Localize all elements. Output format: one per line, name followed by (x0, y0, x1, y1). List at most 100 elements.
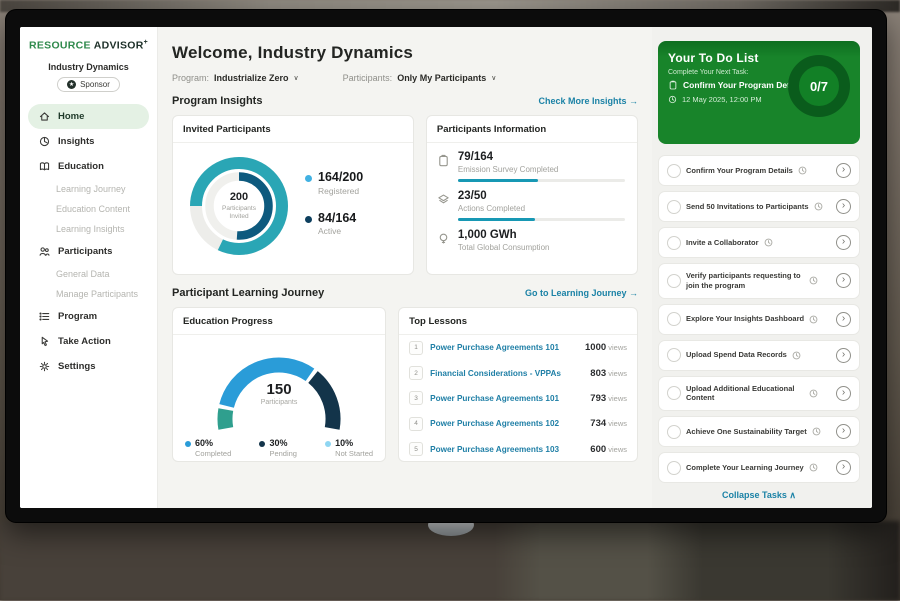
chevron-right-icon[interactable]: › (836, 312, 851, 327)
task-checkbox[interactable] (667, 461, 681, 475)
sidebar-item-education[interactable]: Education (28, 154, 149, 179)
task-row[interactable]: Complete Your Learning Journey › (658, 452, 860, 483)
chevron-right-icon[interactable]: › (836, 163, 851, 178)
task-checkbox[interactable] (667, 274, 681, 288)
chevron-right-icon[interactable]: › (836, 424, 851, 439)
not-started-legend: 10% Not Started (325, 439, 373, 458)
arrow-right-icon: → (629, 288, 638, 298)
lesson-link[interactable]: Financial Considerations - VPPAs (430, 369, 583, 378)
pending-dot (259, 441, 265, 447)
chevron-right-icon[interactable]: › (836, 386, 851, 401)
chevron-right-icon[interactable]: › (836, 199, 851, 214)
not-started-dot (325, 441, 331, 447)
task-row[interactable]: Upload Additional Educational Content › (658, 376, 860, 412)
task-row[interactable]: Confirm Your Program Details › (658, 155, 860, 186)
registered-legend: 164/200 Registered (305, 171, 363, 196)
gauge-value: 150 (199, 381, 359, 398)
task-checkbox[interactable] (667, 164, 681, 178)
sidebar-item-learning-journey[interactable]: Learning Journey (20, 179, 157, 199)
actions-completed-metric: 23/50 Actions Completed (427, 182, 637, 221)
sidebar-item-settings[interactable]: Settings (28, 354, 149, 379)
home-icon (38, 110, 51, 123)
clipboard-icon (668, 80, 678, 90)
sidebar-item-home[interactable]: Home (28, 104, 149, 129)
gauge-label: Participants (199, 399, 359, 406)
sidebar-item-learning-insights[interactable]: Learning Insights (20, 219, 157, 239)
task-row[interactable]: Achieve One Sustainability Target › (658, 416, 860, 447)
chevron-up-icon: ∧ (789, 490, 796, 500)
page-title: Welcome, Industry Dynamics (172, 43, 638, 63)
clock-icon (792, 351, 801, 360)
clock-icon (812, 427, 821, 436)
collapse-tasks-link[interactable]: Collapse Tasks ∧ (658, 490, 860, 501)
lesson-rank: 5 (409, 442, 423, 456)
lesson-row[interactable]: 3 Power Purchase Agreements 101 793 view… (399, 386, 637, 411)
sidebar-item-take-action[interactable]: Take Action (28, 329, 149, 354)
action-cursor-icon (38, 335, 51, 348)
invited-total: 200 (230, 191, 248, 203)
chevron-right-icon[interactable]: › (836, 460, 851, 475)
participants-filter[interactable]: Participants: Only My Participants ∨ (343, 73, 497, 83)
card-title: Education Progress (173, 308, 385, 335)
program-filter[interactable]: Program: Industrialize Zero ∨ (172, 73, 299, 83)
lesson-rank: 2 (409, 366, 423, 380)
lesson-link[interactable]: Power Purchase Agreements 103 (430, 445, 583, 454)
people-icon (38, 245, 51, 258)
emission-survey-metric: 79/164 Emission Survey Completed (427, 143, 637, 182)
monitor-bezel: RESOURCE ADVISOR+ Industry Dynamics ★ Sp… (6, 10, 886, 522)
participants-information-card: Participants Information 79/164 Emission… (426, 115, 638, 275)
task-checkbox[interactable] (667, 236, 681, 250)
top-lessons-card: Top Lessons 1 Power Purchase Agreements … (398, 307, 638, 462)
invited-participants-card: Invited Participants 200 Participants In… (172, 115, 414, 275)
sidebar-item-education-content[interactable]: Education Content (20, 199, 157, 219)
task-row[interactable]: Verify participants requesting to join t… (658, 263, 860, 299)
sponsor-badge: ★ Sponsor (57, 77, 120, 92)
lesson-rank: 1 (409, 341, 423, 355)
sidebar-item-insights[interactable]: Insights (28, 129, 149, 154)
lesson-row[interactable]: 5 Power Purchase Agreements 103 600 view… (399, 437, 637, 462)
lesson-link[interactable]: Power Purchase Agreements 101 (430, 343, 578, 352)
clock-icon (668, 95, 677, 104)
chevron-right-icon[interactable]: › (836, 235, 851, 250)
lesson-row[interactable]: 2 Financial Considerations - VPPAs 803 v… (399, 360, 637, 385)
sidebar-item-manage-participants[interactable]: Manage Participants (20, 284, 157, 304)
filters-row: Program: Industrialize Zero ∨ Participan… (172, 73, 638, 83)
task-checkbox[interactable] (667, 312, 681, 326)
task-checkbox[interactable] (667, 348, 681, 362)
sidebar-item-participants[interactable]: Participants (28, 239, 149, 264)
clock-icon (764, 238, 773, 247)
completed-legend: 60% Completed (185, 439, 231, 458)
learning-journey-title: Participant Learning Journey (172, 287, 324, 299)
lesson-row[interactable]: 4 Power Purchase Agreements 102 734 view… (399, 411, 637, 436)
gear-icon (38, 360, 51, 373)
task-row[interactable]: Explore Your Insights Dashboard › (658, 304, 860, 335)
task-row[interactable]: Upload Spend Data Records › (658, 340, 860, 371)
education-gauge-chart: 150 Participants (199, 339, 359, 437)
clock-icon (809, 389, 818, 398)
task-row[interactable]: Send 50 Invitations to Participants › (658, 191, 860, 222)
chevron-right-icon[interactable]: › (836, 273, 851, 288)
arrow-right-icon: → (629, 96, 638, 106)
dashboard-screen: RESOURCE ADVISOR+ Industry Dynamics ★ Sp… (20, 27, 872, 508)
lesson-row[interactable]: 1 Power Purchase Agreements 101 1000 vie… (399, 335, 637, 360)
lesson-rank: 3 (409, 391, 423, 405)
task-checkbox[interactable] (667, 200, 681, 214)
lesson-link[interactable]: Power Purchase Agreements 102 (430, 419, 583, 428)
todo-progress-ring: 0/7 (788, 55, 850, 117)
lesson-link[interactable]: Power Purchase Agreements 101 (430, 394, 583, 403)
card-title: Top Lessons (399, 308, 637, 335)
task-checkbox[interactable] (667, 425, 681, 439)
chevron-right-icon[interactable]: › (836, 348, 851, 363)
chevron-down-icon: ∨ (491, 74, 496, 82)
sidebar-item-program[interactable]: Program (28, 304, 149, 329)
program-insights-title: Program Insights (172, 95, 262, 107)
active-dot (305, 216, 312, 223)
sidebar-item-general-data[interactable]: General Data (20, 264, 157, 284)
organization-name: Industry Dynamics (20, 62, 157, 72)
task-row[interactable]: Invite a Collaborator › (658, 227, 860, 258)
todo-panel: Your To Do List Complete Your Next Task:… (652, 27, 872, 508)
task-checkbox[interactable] (667, 386, 681, 400)
completed-dot (185, 441, 191, 447)
check-more-insights-link[interactable]: Check More Insights → (538, 96, 638, 106)
go-to-learning-journey-link[interactable]: Go to Learning Journey → (525, 288, 638, 298)
